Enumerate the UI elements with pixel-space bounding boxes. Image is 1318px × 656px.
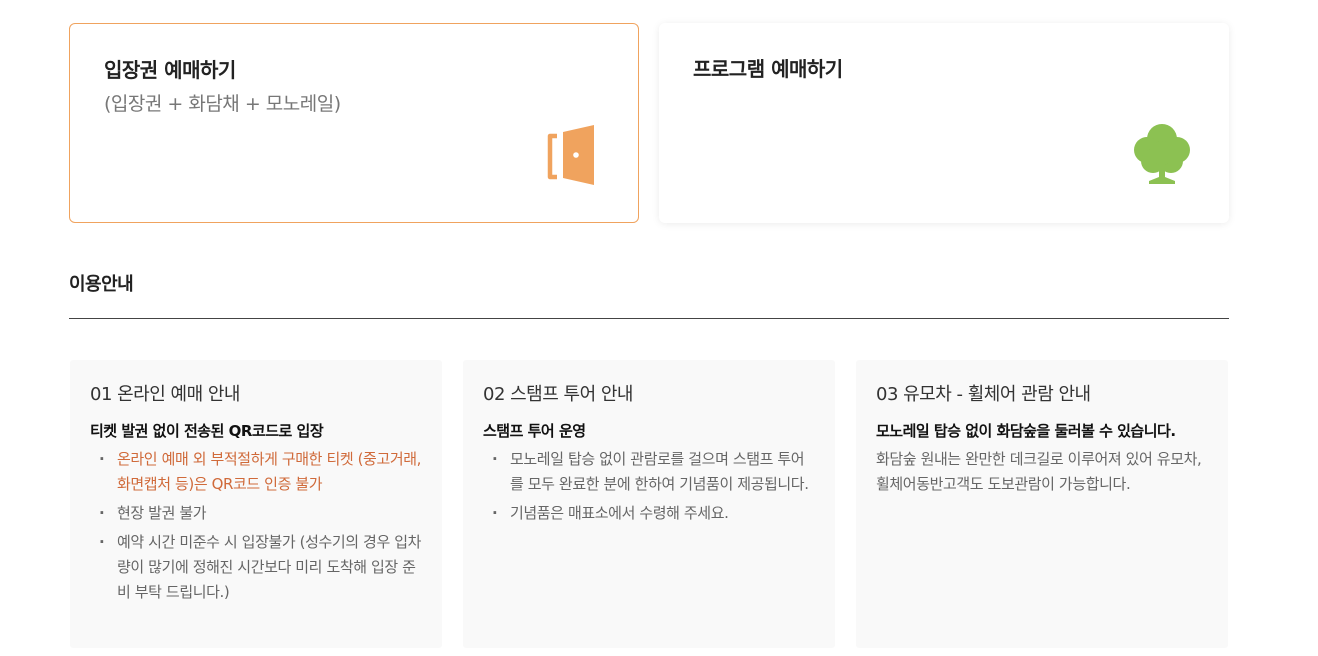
ticket-booking-card[interactable]: 입장권 예매하기 (입장권 + 화담채 + 모노레일)	[69, 23, 639, 223]
info-list: 모노레일 탑승 없이 관람로를 걸으며 스탬프 투어를 모두 완료한 분에 한하…	[483, 447, 815, 526]
ticket-booking-subtitle: (입장권 + 화담채 + 모노레일)	[104, 93, 341, 115]
info-box-title: 02 스탬프 투어 안내	[483, 384, 634, 405]
list-item: 예약 시간 미준수 시 입장불가 (성수기의 경우 입차량이 많기에 정해진 시…	[90, 530, 422, 605]
info-box-heading: 스탬프 투어 운영	[483, 422, 586, 440]
info-box-heading: 티켓 발권 없이 전송된 QR코드로 입장	[90, 422, 324, 440]
info-box-title: 01 온라인 예매 안내	[90, 384, 241, 405]
list-item: 기념품은 매표소에서 수령해 주세요.	[483, 501, 815, 526]
section-title: 이용안내	[69, 274, 134, 295]
tree-icon	[1131, 121, 1193, 191]
door-icon	[547, 124, 599, 190]
list-item: 온라인 예매 외 부적절하게 구매한 티켓 (중고거래, 화면캡처 등)은 QR…	[90, 447, 422, 497]
info-box-title: 03 유모차 - 휠체어 관람 안내	[876, 384, 1091, 405]
ticket-booking-title: 입장권 예매하기	[104, 58, 236, 82]
info-box-online-booking: 01 온라인 예매 안내 티켓 발권 없이 전송된 QR코드로 입장 온라인 예…	[70, 360, 442, 648]
info-list: 온라인 예매 외 부적절하게 구매한 티켓 (중고거래, 화면캡처 등)은 QR…	[90, 447, 422, 605]
program-booking-card[interactable]: 프로그램 예매하기	[659, 23, 1229, 223]
section-divider	[69, 318, 1229, 319]
info-box-text: 화담숲 원내는 완만한 데크길로 이루어져 있어 유모차, 휠체어동반고객도 도…	[876, 450, 1202, 493]
info-box-stamp-tour: 02 스탬프 투어 안내 스탬프 투어 운영 모노레일 탑승 없이 관람로를 걸…	[463, 360, 835, 648]
list-item: 현장 발권 불가	[90, 501, 422, 526]
list-item: 모노레일 탑승 없이 관람로를 걸으며 스탬프 투어를 모두 완료한 분에 한하…	[483, 447, 815, 497]
info-box-stroller-wheelchair: 03 유모차 - 휠체어 관람 안내 모노레일 탑승 없이 화담숲을 둘러볼 수…	[856, 360, 1228, 648]
info-box-heading: 모노레일 탑승 없이 화담숲을 둘러볼 수 있습니다.	[876, 422, 1176, 440]
program-booking-title: 프로그램 예매하기	[693, 57, 843, 81]
